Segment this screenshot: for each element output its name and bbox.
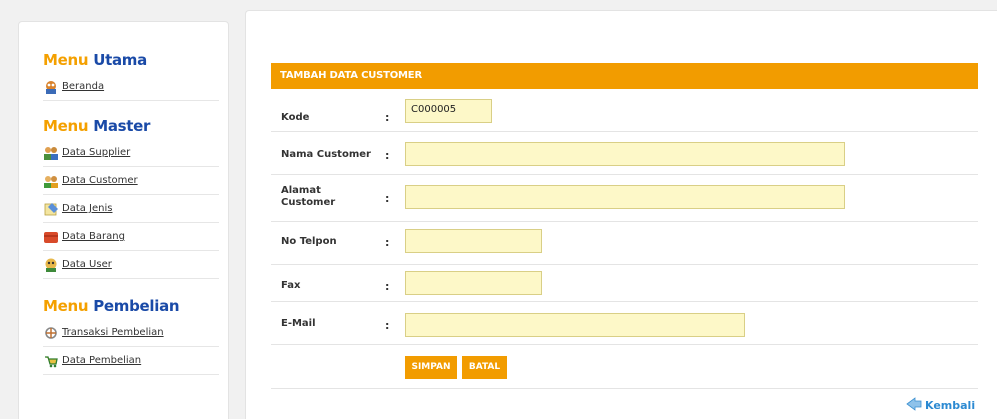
sidebar-item-label[interactable]: Data Supplier: [62, 147, 130, 158]
sidebar-item-label[interactable]: Transaksi Pembelian: [62, 327, 164, 338]
category-icon: [43, 202, 59, 216]
sidebar-item-customer[interactable]: Data Customer: [43, 167, 219, 195]
sidebar-item-label[interactable]: Data User: [62, 259, 112, 270]
menu-pembelian-heading: Menu Pembelian: [43, 297, 180, 315]
menu-master-list: Data Supplier Data Customer Data Jenis D…: [43, 139, 219, 279]
fax-colon: :: [385, 280, 390, 293]
kembali-link[interactable]: Kembali: [906, 397, 975, 414]
sidebar-item-data-pembelian[interactable]: Data Pembelian: [43, 347, 219, 375]
row-fax: Fax :: [271, 265, 978, 302]
fax-label: Fax: [281, 280, 301, 291]
alamat-colon: :: [385, 192, 390, 205]
sidebar-item-transaksi-pembelian[interactable]: Transaksi Pembelian: [43, 319, 219, 347]
batal-button[interactable]: BATAL: [462, 356, 507, 379]
row-nama-customer: Nama Customer :: [271, 132, 978, 175]
sidebar-item-barang[interactable]: Data Barang: [43, 223, 219, 251]
row-email: E-Mail :: [271, 302, 978, 345]
back-arrow-icon: [906, 397, 922, 414]
simpan-button[interactable]: SIMPAN: [405, 356, 457, 379]
kembali-label[interactable]: Kembali: [925, 399, 975, 412]
email-label: E-Mail: [281, 318, 316, 329]
kode-colon: :: [385, 111, 390, 124]
transaction-icon: [43, 326, 59, 340]
menu-utama-heading: Menu Utama: [43, 51, 147, 69]
kode-field[interactable]: C000005: [405, 99, 492, 123]
sidebar-item-beranda[interactable]: Beranda: [43, 73, 219, 101]
user-icon: [43, 258, 59, 272]
sidebar-item-user[interactable]: Data User: [43, 251, 219, 279]
nama-customer-field[interactable]: [405, 142, 845, 166]
row-no-telpon: No Telpon :: [271, 222, 978, 265]
menu-master-heading: Menu Master: [43, 117, 151, 135]
form-title: TAMBAH DATA CUSTOMER: [271, 63, 978, 89]
no-telpon-field[interactable]: [405, 229, 542, 253]
sidebar: Menu Utama Beranda Menu Master Data Supp…: [18, 21, 229, 419]
telpon-colon: :: [385, 236, 390, 249]
email-colon: :: [385, 319, 390, 332]
alamat-customer-label: Alamat Customer: [281, 185, 336, 208]
sidebar-item-label[interactable]: Beranda: [62, 81, 104, 92]
sidebar-item-label[interactable]: Data Jenis: [62, 203, 112, 214]
nama-colon: :: [385, 149, 390, 162]
nama-customer-label: Nama Customer: [281, 149, 371, 160]
kode-label: Kode: [281, 112, 310, 123]
row-alamat-customer: Alamat Customer :: [271, 175, 978, 222]
email-field[interactable]: [405, 313, 745, 337]
row-buttons: [271, 345, 978, 389]
menu-pembelian-list: Transaksi Pembelian Data Pembelian: [43, 319, 219, 375]
home-icon: [43, 80, 59, 94]
sidebar-item-jenis[interactable]: Data Jenis: [43, 195, 219, 223]
main-panel: TAMBAH DATA CUSTOMER Kode : C000005 Nama…: [245, 10, 997, 419]
purchase-icon: [43, 354, 59, 368]
no-telpon-label: No Telpon: [281, 236, 337, 247]
row-kode: Kode : C000005: [271, 89, 978, 132]
box-icon: [43, 230, 59, 244]
customer-icon: [43, 174, 59, 188]
sidebar-item-label[interactable]: Data Customer: [62, 175, 138, 186]
sidebar-item-label[interactable]: Data Barang: [62, 231, 125, 242]
fax-field[interactable]: [405, 271, 542, 295]
supplier-icon: [43, 146, 59, 160]
sidebar-item-label[interactable]: Data Pembelian: [62, 355, 141, 366]
sidebar-item-supplier[interactable]: Data Supplier: [43, 139, 219, 167]
alamat-customer-field[interactable]: [405, 185, 845, 209]
menu-utama-list: Beranda: [43, 73, 219, 101]
